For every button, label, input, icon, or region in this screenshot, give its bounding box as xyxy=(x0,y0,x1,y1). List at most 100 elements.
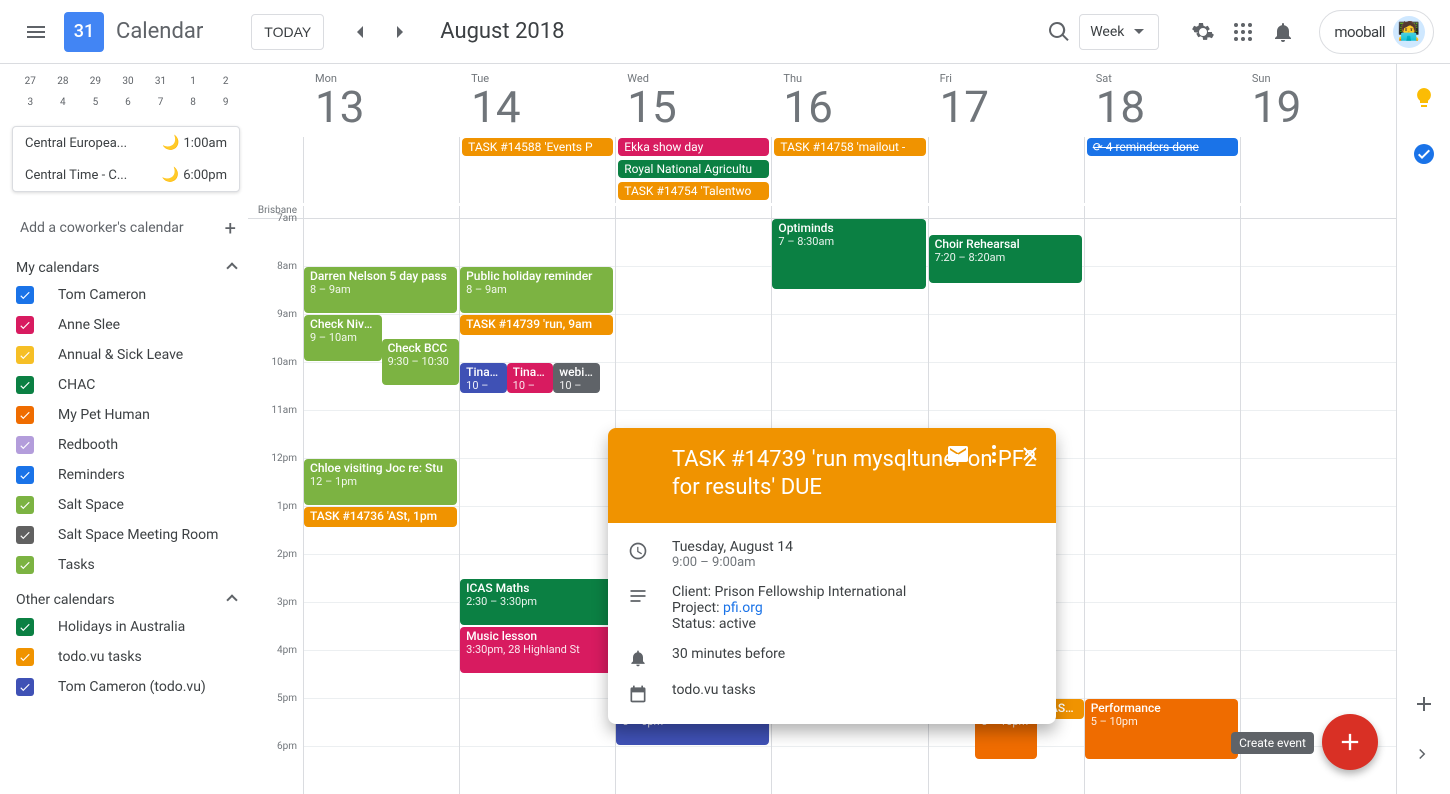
prev-week-button[interactable] xyxy=(340,12,380,52)
day-header[interactable]: Wed15 xyxy=(615,64,771,137)
add-coworker-calendar[interactable]: Add a coworker's calendar + xyxy=(8,208,248,248)
day-header[interactable]: Sat18 xyxy=(1084,64,1240,137)
settings-button[interactable] xyxy=(1183,12,1223,52)
allday-event[interactable]: TASK #14758 'mailout - xyxy=(774,138,925,156)
calendar-list-item[interactable]: Reminders xyxy=(8,460,248,490)
calendar-checkbox[interactable] xyxy=(16,466,34,484)
mini-cal-day[interactable]: 30 xyxy=(116,76,140,87)
day-header[interactable]: Sun19 xyxy=(1240,64,1396,137)
mini-cal-day[interactable]: 1 xyxy=(181,76,205,87)
timed-event[interactable]: Tina - c10 – 11 xyxy=(507,363,554,393)
view-selector[interactable]: Week xyxy=(1079,14,1159,50)
allday-event[interactable]: TASK #14754 'Talentwo xyxy=(618,182,769,200)
allday-event[interactable]: Royal National Agricultu xyxy=(618,160,769,178)
world-clock-row[interactable]: Central Time - C...🌙6:00pm xyxy=(13,159,239,191)
calendar-list-item[interactable]: Holidays in Australia xyxy=(8,612,248,642)
mini-cal-day[interactable]: 7 xyxy=(149,97,173,108)
day-column[interactable]: Public holiday reminder8 – 9amTASK #1473… xyxy=(459,219,615,794)
today-button[interactable]: TODAY xyxy=(251,14,324,50)
app-title: Calendar xyxy=(116,19,203,44)
day-header[interactable]: Fri17 xyxy=(928,64,1084,137)
timed-event[interactable]: Choir Rehearsal7:20 – 8:20am xyxy=(929,235,1082,283)
day-column[interactable]: Darren Nelson 5 day pass8 – 9amCheck Niv… xyxy=(303,219,459,794)
timed-event[interactable]: Chloe visiting Joc re: Stu12 – 1pm xyxy=(304,459,457,505)
mini-cal-day[interactable]: 9 xyxy=(214,97,238,108)
hour-label: 5pm xyxy=(248,699,303,747)
calendar-list-item[interactable]: Salt Space xyxy=(8,490,248,520)
mini-cal-day[interactable]: 2 xyxy=(214,76,238,87)
calendar-checkbox[interactable] xyxy=(16,376,34,394)
mini-cal-day[interactable]: 5 xyxy=(83,97,107,108)
create-event-fab[interactable] xyxy=(1322,714,1378,770)
calendar-list-item[interactable]: todo.vu tasks xyxy=(8,642,248,672)
add-addon-button[interactable] xyxy=(1406,686,1442,722)
timed-event[interactable]: webina10 – 11 xyxy=(553,363,600,393)
account-switcher[interactable]: mooball 🧑‍💻 xyxy=(1319,10,1434,54)
timed-event[interactable]: Tina - c10 – 11 xyxy=(460,363,507,393)
timed-event[interactable]: ICAS Maths2:30 – 3:30pm xyxy=(460,579,613,625)
mini-calendar[interactable]: 27 28 29 30 31 12 3456789 xyxy=(8,72,248,122)
mini-cal-day[interactable]: 6 xyxy=(116,97,140,108)
mini-cal-day[interactable]: 31 xyxy=(149,76,173,87)
calendar-checkbox[interactable] xyxy=(16,526,34,544)
calendar-checkbox[interactable] xyxy=(16,648,34,666)
calendar-list-item[interactable]: Anne Slee xyxy=(8,310,248,340)
mini-cal-day[interactable]: 27 xyxy=(18,76,42,87)
allday-event[interactable]: Ekka show day xyxy=(618,138,769,156)
mini-cal-day[interactable]: 8 xyxy=(181,97,205,108)
calendar-checkbox[interactable] xyxy=(16,346,34,364)
mini-cal-day[interactable]: 4 xyxy=(51,97,75,108)
email-guests-button[interactable] xyxy=(940,436,976,472)
calendar-checkbox[interactable] xyxy=(16,316,34,334)
tasks-icon[interactable] xyxy=(1406,136,1442,172)
calendar-list-item[interactable]: Salt Space Meeting Room xyxy=(8,520,248,550)
world-clock-row[interactable]: Central Europea...🌙1:00am xyxy=(13,127,239,159)
timed-event[interactable]: TASK #14739 'run, 9am xyxy=(460,315,613,335)
allday-event[interactable]: ⟳ 4 reminders done xyxy=(1087,138,1238,156)
apps-button[interactable] xyxy=(1223,12,1263,52)
day-header[interactable]: Tue14 xyxy=(459,64,615,137)
calendar-checkbox[interactable] xyxy=(16,286,34,304)
keep-icon[interactable] xyxy=(1406,80,1442,116)
timed-event[interactable]: Darren Nelson 5 day pass8 – 9am xyxy=(304,267,457,313)
calendar-list-item[interactable]: Tasks xyxy=(8,550,248,580)
calendar-checkbox[interactable] xyxy=(16,678,34,696)
calendar-checkbox[interactable] xyxy=(16,618,34,636)
notifications-button[interactable] xyxy=(1263,12,1303,52)
calendar-list-item[interactable]: Redbooth xyxy=(8,430,248,460)
mini-cal-day[interactable]: 28 xyxy=(51,76,75,87)
mini-cal-day[interactable]: 29 xyxy=(83,76,107,87)
search-button[interactable] xyxy=(1039,12,1079,52)
mini-cal-day[interactable]: 3 xyxy=(18,97,42,108)
calendar-checkbox[interactable] xyxy=(16,406,34,424)
timed-event[interactable]: Public holiday reminder8 – 9am xyxy=(460,267,613,313)
day-header[interactable]: Thu16 xyxy=(771,64,927,137)
side-panel-next-button[interactable] xyxy=(1406,738,1438,770)
timed-event[interactable]: Check BCC9:30 – 10:30 xyxy=(382,339,460,385)
calendar-checkbox[interactable] xyxy=(16,556,34,574)
event-project-link[interactable]: pfi.org xyxy=(723,600,763,616)
next-week-button[interactable] xyxy=(380,12,420,52)
event-options-button[interactable] xyxy=(976,436,1012,472)
range-title: August 2018 xyxy=(440,19,564,44)
close-popup-button[interactable] xyxy=(1012,436,1048,472)
allday-event[interactable]: TASK #14588 'Events P xyxy=(462,138,613,156)
timed-event[interactable]: Check Nivesh's times9 – 10am xyxy=(304,315,382,361)
calendar-checkbox[interactable] xyxy=(16,496,34,514)
calendar-list-item[interactable]: Annual & Sick Leave xyxy=(8,340,248,370)
menu-button[interactable] xyxy=(16,12,56,52)
calendar-checkbox[interactable] xyxy=(16,436,34,454)
calendar-list-item[interactable]: CHAC xyxy=(8,370,248,400)
timed-event[interactable]: Music lesson3:30pm, 28 Highland St xyxy=(460,627,613,673)
timed-event[interactable]: TASK #14736 'ASt, 1pm xyxy=(304,507,457,527)
day-column[interactable]: Performance5 – 10pm xyxy=(1084,219,1240,794)
day-header[interactable]: Mon13 xyxy=(303,64,459,137)
timed-event[interactable]: Optiminds7 – 8:30am xyxy=(772,219,925,289)
calendar-list-item[interactable]: My Pet Human xyxy=(8,400,248,430)
calendar-list-item[interactable]: Tom Cameron (todo.vu) xyxy=(8,672,248,702)
my-calendars-header[interactable]: My calendars xyxy=(8,248,248,280)
calendar-list-item[interactable]: Tom Cameron xyxy=(8,280,248,310)
timed-event[interactable]: Performance5 – 10pm xyxy=(1085,699,1238,759)
day-column[interactable] xyxy=(1240,219,1396,794)
other-calendars-header[interactable]: Other calendars xyxy=(8,580,248,612)
